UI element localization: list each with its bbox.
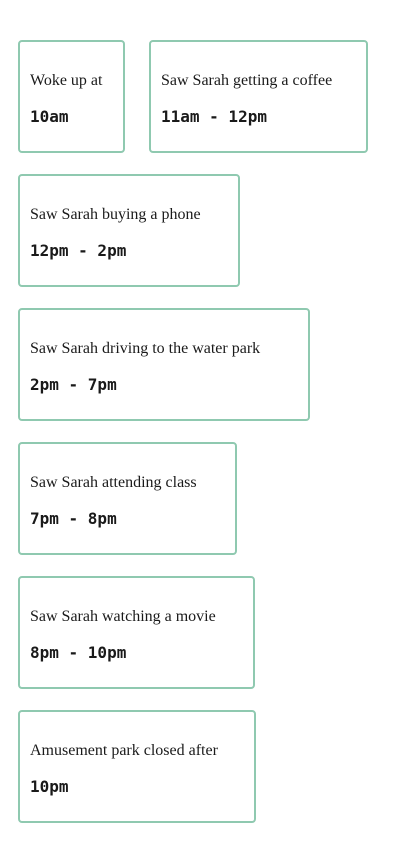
event-card: Amusement park closed after 10pm [18, 710, 256, 823]
event-label: Saw Sarah watching a movie [30, 608, 216, 625]
event-time: 10am [30, 107, 69, 126]
event-label: Saw Sarah attending class [30, 474, 197, 491]
event-label: Saw Sarah getting a coffee [161, 72, 333, 89]
event-card: Saw Sarah buying a phone 12pm - 2pm [18, 174, 240, 287]
event-time: 7pm - 8pm [30, 509, 117, 528]
event-time: 12pm - 2pm [30, 241, 127, 260]
event-time: 11am - 12pm [161, 107, 267, 126]
event-label: Woke up at [30, 72, 103, 89]
event-card: Saw Sarah getting a coffee 11am - 12pm [149, 40, 368, 153]
event-card: Saw Sarah watching a movie 8pm - 10pm [18, 576, 255, 689]
event-label: Amusement park closed after [30, 742, 218, 759]
event-time: 10pm [30, 777, 69, 796]
event-label: Saw Sarah driving to the water park [30, 340, 261, 357]
event-card: Saw Sarah driving to the water park 2pm … [18, 308, 310, 421]
event-card: Saw Sarah attending class 7pm - 8pm [18, 442, 237, 555]
event-time: 2pm - 7pm [30, 375, 117, 394]
event-label: Saw Sarah buying a phone [30, 206, 201, 223]
event-time: 8pm - 10pm [30, 643, 127, 662]
event-card: Woke up at 10am [18, 40, 125, 153]
